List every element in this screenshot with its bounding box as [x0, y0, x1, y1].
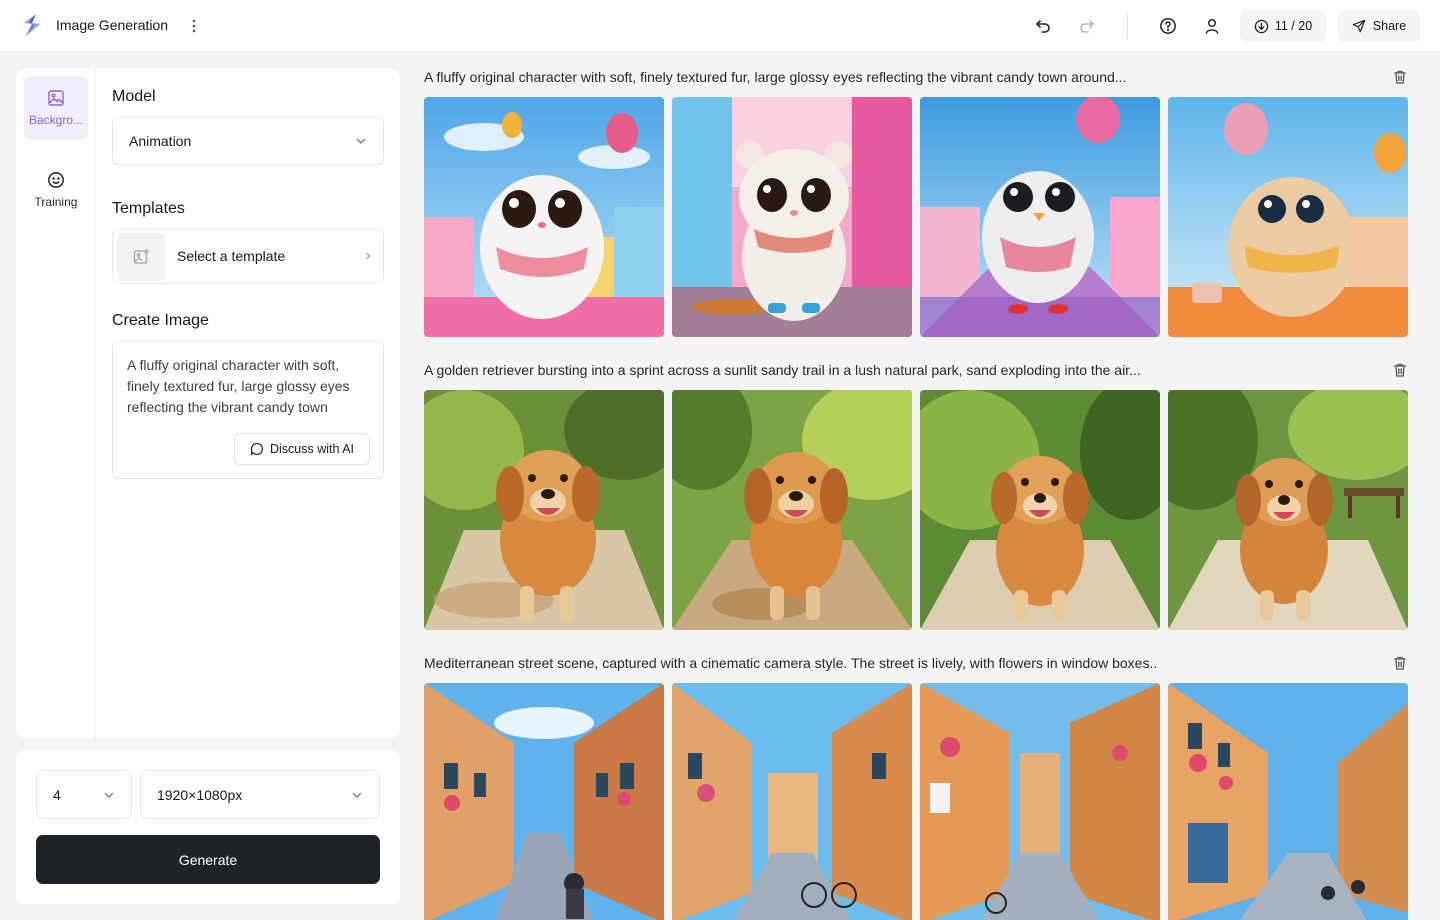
generate-panel: 4 1920×1080px Generate — [16, 750, 400, 904]
prompt-textarea[interactable]: A fluffy original character with soft, f… — [112, 340, 384, 479]
template-placeholder: Select a template — [177, 248, 286, 264]
create-image-title: Create Image — [112, 312, 209, 329]
smiley-icon — [48, 172, 64, 188]
image-size-value: 1920×1080px — [157, 786, 243, 803]
undo-icon[interactable] — [1031, 14, 1055, 38]
generated-image[interactable] — [672, 390, 912, 630]
user-icon[interactable] — [1200, 14, 1224, 38]
group-caption-1: A fluffy original character with soft, f… — [424, 69, 1127, 85]
chevron-down-icon — [352, 792, 362, 798]
image-off-icon — [133, 249, 149, 264]
mode-rail: Backgro... Training — [16, 68, 96, 738]
share-button[interactable]: Share — [1338, 10, 1420, 42]
rail-item-training[interactable]: Training — [24, 158, 88, 222]
credits-counter[interactable]: 11 / 20 — [1240, 10, 1326, 42]
chat-bubble-icon — [250, 442, 263, 456]
generated-image[interactable] — [1168, 683, 1408, 920]
template-select[interactable]: Select a template — [112, 228, 384, 284]
rail-item-label: Training — [34, 195, 78, 209]
model-title: Model — [112, 88, 156, 105]
more-vertical-icon[interactable] — [186, 17, 202, 35]
group-caption-2: A golden retriever bursting into a sprin… — [424, 362, 1141, 378]
template-placeholder-thumb — [117, 233, 165, 281]
download-circle-icon — [1254, 19, 1269, 33]
generated-image[interactable] — [1168, 390, 1408, 630]
top-bar: Image Generation 11 / 20 Share — [0, 0, 1440, 52]
chevron-right-icon — [365, 252, 371, 260]
send-icon — [1352, 19, 1366, 33]
generated-image[interactable] — [424, 683, 664, 920]
settings-panel: Backgro... Training Model Animation Temp… — [16, 68, 400, 738]
share-label: Share — [1372, 19, 1407, 33]
header-divider — [1127, 13, 1128, 39]
discuss-label: Discuss with AI — [269, 442, 355, 456]
generated-image[interactable] — [672, 97, 912, 337]
app-title: Image Generation — [56, 17, 169, 33]
image-icon — [48, 90, 64, 106]
model-select[interactable]: Animation — [112, 116, 384, 165]
chevron-down-icon — [104, 792, 114, 798]
image-count-select[interactable]: 4 — [36, 770, 132, 819]
image-count-value: 4 — [53, 786, 61, 803]
rail-item-label: Backgro... — [28, 113, 84, 127]
prompt-text: A fluffy original character with soft, f… — [127, 357, 350, 415]
generated-image[interactable] — [920, 97, 1160, 337]
generated-image[interactable] — [1168, 97, 1408, 337]
chevron-down-icon — [356, 138, 366, 144]
credits-label: 11 / 20 — [1274, 19, 1313, 33]
generated-image[interactable] — [424, 97, 664, 337]
model-value: Animation — [129, 132, 192, 149]
redo-icon[interactable] — [1075, 14, 1099, 38]
app-logo-icon[interactable] — [20, 12, 44, 38]
generated-image[interactable] — [424, 390, 664, 630]
trash-icon[interactable] — [1392, 655, 1408, 671]
generated-image[interactable] — [920, 390, 1160, 630]
image-size-select[interactable]: 1920×1080px — [140, 770, 380, 819]
trash-icon[interactable] — [1392, 69, 1408, 85]
help-icon[interactable] — [1156, 14, 1180, 38]
discuss-with-ai-button[interactable]: Discuss with AI — [234, 433, 370, 465]
generated-image[interactable] — [672, 683, 912, 920]
generate-button[interactable]: Generate — [36, 835, 380, 884]
rail-item-background[interactable]: Backgro... — [24, 76, 88, 140]
generated-image[interactable] — [920, 683, 1160, 920]
templates-title: Templates — [112, 200, 185, 217]
trash-icon[interactable] — [1392, 362, 1408, 378]
group-caption-3: Mediterranean street scene, captured wit… — [424, 655, 1158, 671]
